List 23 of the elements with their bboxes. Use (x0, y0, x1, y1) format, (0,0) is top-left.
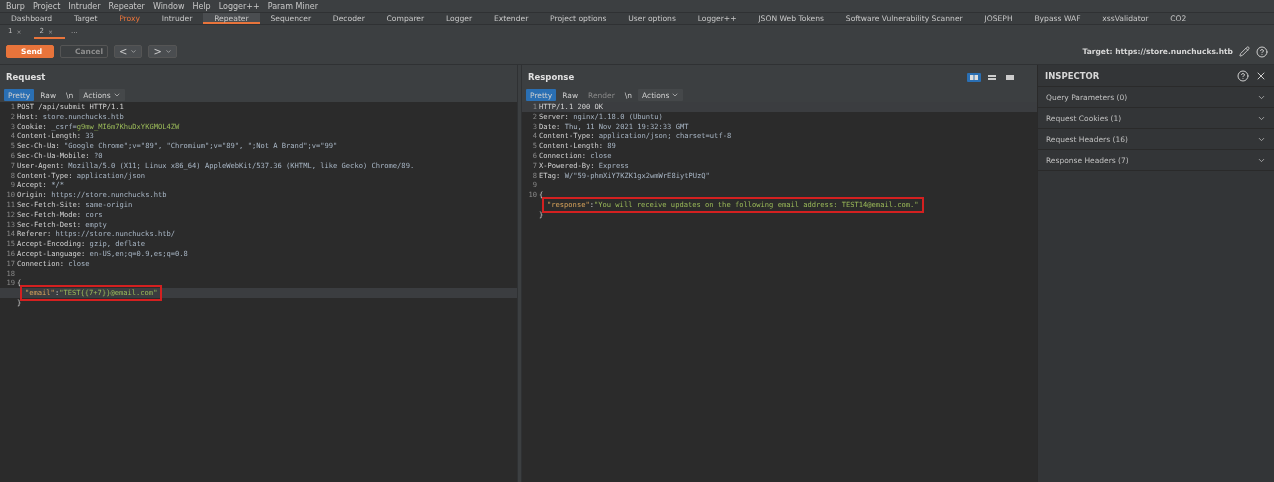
help-icon[interactable] (1237, 69, 1249, 82)
chevron-down-icon (112, 91, 121, 99)
menu-item[interactable]: Logger++ (214, 1, 264, 11)
chevron-down-icon (671, 91, 680, 99)
back-button[interactable]: < (114, 45, 143, 58)
menu-item[interactable]: Project (28, 1, 65, 11)
pencil-icon[interactable] (1239, 46, 1250, 57)
menu-item[interactable]: Param Miner (263, 1, 322, 11)
menu-item[interactable]: Repeater (104, 1, 149, 11)
layout-button[interactable] (1003, 72, 1017, 82)
layout-button[interactable] (985, 72, 999, 82)
inspector-title: INSPECTOR (1045, 70, 1100, 81)
layout-button[interactable] (967, 72, 981, 82)
menu-item[interactable]: Help (188, 1, 215, 11)
menu-item[interactable]: Burp (2, 1, 29, 11)
panel-title: Request (6, 72, 46, 82)
caret-icon (130, 48, 138, 55)
menu-item[interactable]: Window (148, 1, 189, 11)
menu-item[interactable]: Intruder (64, 1, 105, 11)
forward-button[interactable]: > (148, 45, 177, 58)
caret-icon (164, 48, 172, 55)
panel-title: Response (528, 72, 575, 82)
help-icon[interactable] (1256, 45, 1268, 58)
